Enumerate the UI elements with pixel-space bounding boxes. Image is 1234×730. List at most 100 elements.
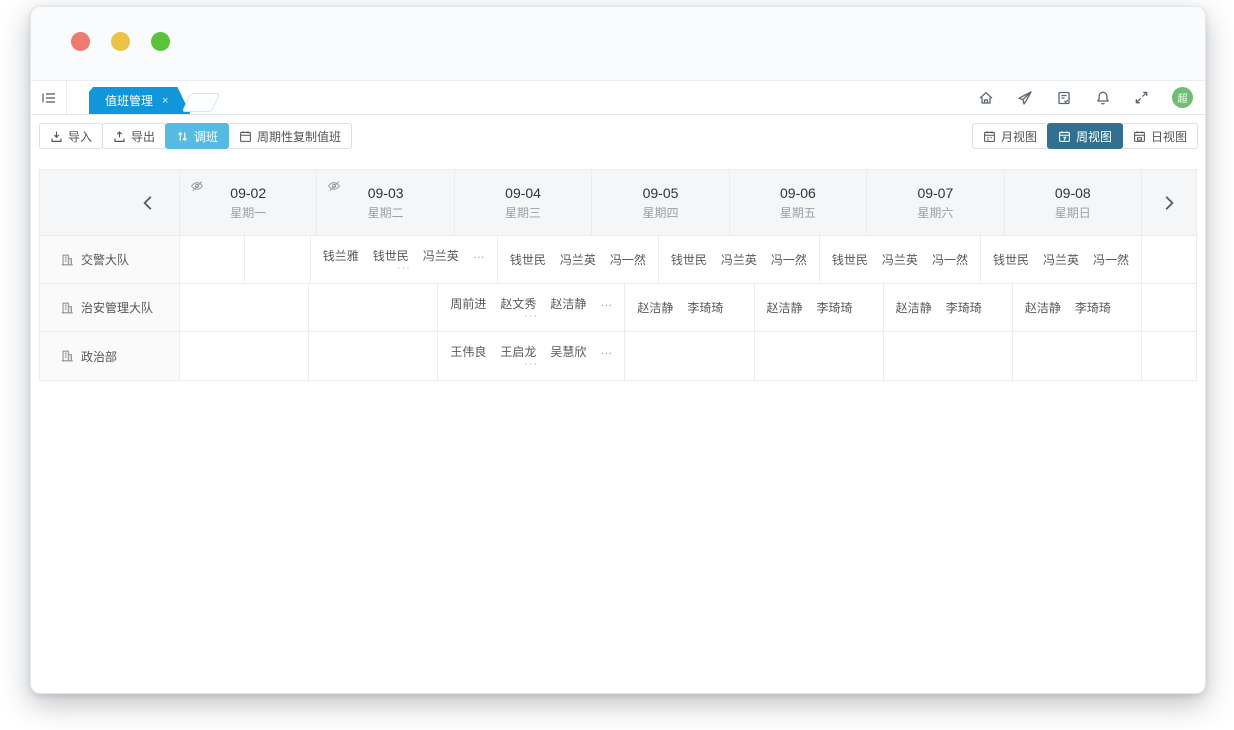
show-more-dots[interactable]: ··· bbox=[323, 264, 485, 273]
duty-names: 赵洁静李琦琦 bbox=[1025, 299, 1129, 316]
send-icon[interactable] bbox=[1017, 90, 1033, 106]
schedule-row: 交警大队钱兰雅钱世民冯兰英…···钱世民冯兰英冯一然钱世民冯兰英冯一然钱世民冯兰… bbox=[40, 236, 1196, 284]
eye-off-icon[interactable] bbox=[327, 179, 341, 198]
schedule-cell-09-08[interactable]: 赵洁静李琦琦 bbox=[1013, 284, 1142, 332]
schedule-cell-09-03[interactable] bbox=[309, 284, 438, 332]
tab-bar: 值班管理 × 超 bbox=[31, 81, 1205, 115]
org-building-icon bbox=[60, 253, 74, 267]
duty-person: 冯一然 bbox=[1093, 251, 1129, 268]
schedule-cell-09-03[interactable] bbox=[245, 236, 310, 284]
org-building-icon bbox=[60, 349, 74, 363]
schedule-cell-09-04[interactable]: 王伟良王启龙吴慧欣…··· bbox=[438, 332, 625, 380]
day-view-label: 日视图 bbox=[1151, 128, 1187, 145]
swap-shift-button[interactable]: 调班 bbox=[165, 123, 229, 149]
duty-person: 钱世民 bbox=[993, 251, 1029, 268]
sort-arrows-icon bbox=[176, 130, 189, 143]
duty-person: 钱世民 bbox=[832, 251, 868, 268]
minimize-window-button[interactable] bbox=[111, 32, 130, 51]
collapse-menu-icon[interactable] bbox=[31, 81, 67, 114]
tab-close-icon[interactable]: × bbox=[162, 95, 168, 107]
schedule-cell-09-02[interactable] bbox=[180, 332, 309, 380]
week-calendar-icon bbox=[1058, 130, 1071, 143]
schedule-cell-09-04[interactable]: 周前进赵文秀赵洁静…··· bbox=[438, 284, 625, 332]
month-view-button[interactable]: 月视图 bbox=[972, 123, 1048, 149]
schedule-cell-09-03[interactable] bbox=[309, 332, 438, 380]
calendar-icon bbox=[239, 130, 252, 143]
duty-person: 赵文秀 bbox=[500, 295, 536, 312]
duty-person: 赵洁静 bbox=[1025, 299, 1061, 316]
close-window-button[interactable] bbox=[71, 32, 90, 51]
new-tab-ghost[interactable] bbox=[182, 93, 220, 112]
duty-person: 王伟良 bbox=[450, 343, 486, 360]
import-button[interactable]: 导入 bbox=[39, 123, 103, 149]
export-button[interactable]: 导出 bbox=[102, 123, 166, 149]
schedule-cell-09-04[interactable]: 钱兰雅钱世民冯兰英…··· bbox=[311, 236, 498, 284]
schedule-cell-09-06[interactable]: 赵洁静李琦琦 bbox=[755, 284, 884, 332]
duty-person: 冯兰英 bbox=[721, 251, 757, 268]
duty-person: 李琦琦 bbox=[687, 299, 723, 316]
row-nav-spacer bbox=[1142, 332, 1196, 380]
duty-person: 钱世民 bbox=[671, 251, 707, 268]
org-building-icon bbox=[60, 301, 74, 315]
grid-nav-cell bbox=[1142, 170, 1196, 236]
schedule-cell-09-02[interactable] bbox=[180, 284, 309, 332]
duty-person: 赵洁静 bbox=[550, 295, 586, 312]
day-view-button[interactable]: 日视图 bbox=[1122, 123, 1198, 149]
schedule-cell-09-07[interactable]: 钱世民冯兰英冯一然 bbox=[820, 236, 981, 284]
day-column-header-09-06: 09-06星期五 bbox=[730, 170, 867, 236]
schedule-cell-09-08[interactable] bbox=[1013, 332, 1142, 380]
schedule-cell-09-05[interactable]: 赵洁静李琦琦 bbox=[625, 284, 754, 332]
duty-names: 钱世民冯兰英冯一然 bbox=[510, 251, 646, 268]
header-date: 09-08 bbox=[1055, 185, 1091, 201]
header-date: 09-05 bbox=[643, 185, 679, 201]
duty-names: 钱世民冯兰英冯一然 bbox=[993, 251, 1129, 268]
month-view-label: 月视图 bbox=[1001, 128, 1037, 145]
week-view-label: 周视图 bbox=[1076, 128, 1112, 145]
prev-week-icon[interactable] bbox=[139, 194, 157, 212]
header-weekday: 星期二 bbox=[368, 204, 404, 221]
header-weekday: 星期六 bbox=[917, 204, 953, 221]
import-icon bbox=[50, 130, 63, 143]
user-avatar[interactable]: 超 bbox=[1172, 87, 1193, 108]
schedule-cell-09-06[interactable]: 钱世民冯兰英冯一然 bbox=[659, 236, 820, 284]
schedule-cell-09-06[interactable] bbox=[755, 332, 884, 380]
header-date: 09-06 bbox=[780, 185, 816, 201]
duty-person: 冯一然 bbox=[771, 251, 807, 268]
schedule-cell-09-07[interactable] bbox=[884, 332, 1013, 380]
row-nav-spacer bbox=[1142, 236, 1196, 284]
schedule-cell-09-05[interactable] bbox=[625, 332, 754, 380]
org-label-交警大队: 交警大队 bbox=[40, 236, 180, 284]
show-more-dots[interactable]: ··· bbox=[450, 312, 612, 321]
duty-person: 赵洁静 bbox=[637, 299, 673, 316]
next-week-icon[interactable] bbox=[1160, 194, 1178, 212]
zoom-window-button[interactable] bbox=[151, 32, 170, 51]
week-view-button[interactable]: 周视图 bbox=[1047, 123, 1123, 149]
day-column-header-09-07: 09-07星期六 bbox=[867, 170, 1004, 236]
names-ellipsis: … bbox=[473, 247, 485, 264]
duty-person: 钱兰雅 bbox=[323, 247, 359, 264]
duty-person: 钱世民 bbox=[373, 247, 409, 264]
header-weekday: 星期四 bbox=[642, 204, 678, 221]
show-more-dots[interactable]: ··· bbox=[450, 360, 612, 369]
audit-icon[interactable] bbox=[1056, 90, 1072, 106]
duty-names: 周前进赵文秀赵洁静… bbox=[450, 295, 612, 312]
duty-names: 钱世民冯兰英冯一然 bbox=[671, 251, 807, 268]
bell-icon[interactable] bbox=[1095, 90, 1111, 106]
schedule-cell-09-02[interactable] bbox=[180, 236, 245, 284]
eye-off-icon[interactable] bbox=[190, 179, 204, 198]
periodic-copy-button[interactable]: 周期性复制值班 bbox=[228, 123, 352, 149]
tab-duty-management[interactable]: 值班管理 × bbox=[89, 87, 190, 114]
expand-icon[interactable] bbox=[1134, 90, 1149, 105]
duty-names: 赵洁静李琦琦 bbox=[767, 299, 871, 316]
day-column-header-09-02: 09-02星期一 bbox=[180, 170, 317, 236]
duty-names: 钱世民冯兰英冯一然 bbox=[832, 251, 968, 268]
day-column-header-09-08: 09-08星期日 bbox=[1005, 170, 1142, 236]
swap-shift-label: 调班 bbox=[194, 128, 218, 145]
schedule-cell-09-08[interactable]: 钱世民冯兰英冯一然 bbox=[981, 236, 1142, 284]
header-date: 09-04 bbox=[505, 185, 541, 201]
duty-person: 李琦琦 bbox=[1075, 299, 1111, 316]
home-icon[interactable] bbox=[978, 90, 994, 106]
schedule-cell-09-05[interactable]: 钱世民冯兰英冯一然 bbox=[498, 236, 659, 284]
schedule-cell-09-07[interactable]: 赵洁静李琦琦 bbox=[884, 284, 1013, 332]
duty-person: 李琦琦 bbox=[817, 299, 853, 316]
